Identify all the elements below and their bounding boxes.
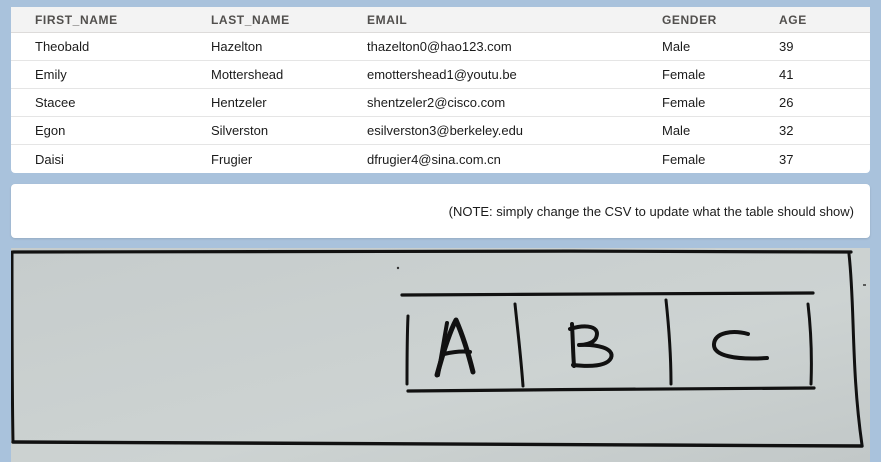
column-header-gender[interactable]: GENDER bbox=[662, 7, 717, 32]
column-header-last-name[interactable]: LAST_NAME bbox=[211, 7, 290, 32]
cell-last-name: Frugier bbox=[211, 151, 253, 167]
cell-first-name: Theobald bbox=[35, 39, 90, 54]
cell-gender: Female bbox=[662, 67, 706, 82]
hand-drawn-sketch bbox=[11, 248, 870, 462]
table-row: Daisi Frugier dfrugier4@sina.com.cn Fema… bbox=[11, 145, 870, 173]
table-row: Emily Mottershead emottershead1@youtu.be… bbox=[11, 61, 870, 89]
cell-email: shentzeler2@cisco.com bbox=[367, 95, 506, 110]
cell-age: 26 bbox=[779, 95, 794, 110]
cell-first-name: Emily bbox=[35, 67, 67, 82]
cell-age: 37 bbox=[779, 151, 794, 167]
cell-email: thazelton0@hao123.com bbox=[367, 39, 512, 54]
sketch-table-top bbox=[400, 291, 815, 297]
frame-top-line bbox=[11, 249, 853, 254]
cell-last-name: Hentzeler bbox=[211, 95, 267, 110]
cell-last-name: Mottershead bbox=[211, 67, 284, 82]
note-card: (NOTE: simply change the CSV to update w… bbox=[11, 184, 870, 238]
cell-email: dfrugier4@sina.com.cn bbox=[367, 151, 501, 167]
table-header: FIRST_NAME LAST_NAME EMAIL GENDER AGE bbox=[11, 7, 870, 33]
sketch-table-left bbox=[405, 314, 410, 386]
cell-last-name: Silverston bbox=[211, 123, 269, 138]
table-row: Theobald Hazelton thazelton0@hao123.com … bbox=[11, 33, 870, 61]
frame-left-line bbox=[11, 250, 15, 444]
cell-email: esilverston3@berkeley.edu bbox=[367, 123, 524, 138]
cell-gender: Male bbox=[662, 123, 691, 138]
cell-first-name: Stacee bbox=[35, 95, 76, 110]
column-header-email[interactable]: EMAIL bbox=[367, 7, 407, 32]
table-row: Egon Silverston esilverston3@berkeley.ed… bbox=[11, 117, 870, 145]
cell-gender: Female bbox=[662, 95, 706, 110]
cell-first-name: Egon bbox=[35, 123, 66, 138]
cell-age: 32 bbox=[779, 123, 794, 138]
column-header-age[interactable]: AGE bbox=[779, 7, 807, 32]
cell-age: 39 bbox=[779, 39, 794, 54]
column-header-first-name[interactable]: FIRST_NAME bbox=[35, 7, 118, 32]
data-table: FIRST_NAME LAST_NAME EMAIL GENDER AGE Th… bbox=[11, 7, 870, 173]
note-text: (NOTE: simply change the CSV to update w… bbox=[448, 203, 854, 219]
sketch-dot bbox=[396, 266, 400, 270]
cell-gender: Female bbox=[662, 151, 706, 167]
cell-gender: Male bbox=[662, 39, 691, 54]
cell-first-name: Daisi bbox=[35, 151, 64, 167]
cell-last-name: Hazelton bbox=[211, 39, 263, 54]
cell-email: emottershead1@youtu.be bbox=[367, 67, 517, 82]
table-row: Stacee Hentzeler shentzeler2@cisco.com F… bbox=[11, 89, 870, 117]
sketch-drawing bbox=[11, 248, 870, 462]
cell-age: 41 bbox=[779, 67, 794, 82]
